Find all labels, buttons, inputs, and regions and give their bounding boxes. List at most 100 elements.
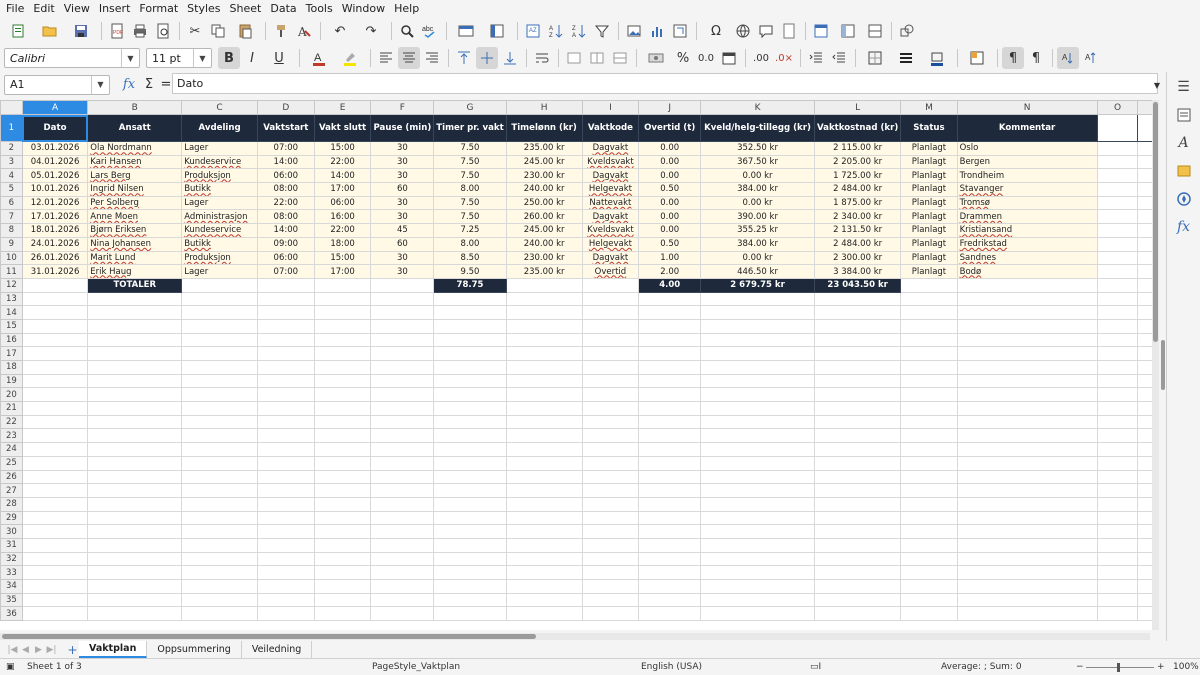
cell[interactable]: [813, 360, 902, 375]
cell[interactable]: Bodø: [956, 264, 1098, 279]
cell[interactable]: [700, 579, 815, 594]
cell[interactable]: [581, 469, 640, 485]
cell[interactable]: [433, 373, 507, 389]
cell[interactable]: [581, 537, 640, 553]
cell[interactable]: [313, 277, 372, 293]
cell[interactable]: [956, 483, 1098, 498]
undo-icon[interactable]: ↶: [325, 20, 355, 42]
cell[interactable]: 06:00: [313, 195, 372, 211]
cell[interactable]: [700, 606, 815, 622]
cell[interactable]: [433, 483, 507, 498]
column-header[interactable]: N: [956, 100, 1098, 115]
cell[interactable]: [370, 291, 435, 307]
cell[interactable]: 06:00: [256, 250, 315, 266]
cell[interactable]: [256, 401, 315, 416]
horizontal-scrollbar[interactable]: [0, 633, 1150, 640]
cell[interactable]: [256, 537, 315, 553]
cell[interactable]: [1096, 291, 1139, 307]
cell[interactable]: Drammen: [956, 209, 1098, 225]
cell[interactable]: [956, 387, 1098, 403]
cell[interactable]: [581, 592, 640, 608]
cell[interactable]: [1096, 195, 1139, 211]
paste-icon[interactable]: [230, 20, 260, 42]
cell[interactable]: 7.50: [433, 195, 507, 211]
function-wizard-icon[interactable]: fx: [118, 74, 140, 96]
row-header[interactable]: 35: [0, 592, 23, 608]
merge-cells-icon[interactable]: [586, 47, 608, 69]
cell[interactable]: Butikk: [181, 236, 258, 252]
row-header[interactable]: 26: [0, 469, 23, 485]
wrap-text-icon[interactable]: [531, 47, 553, 69]
cell[interactable]: [370, 442, 435, 457]
cell[interactable]: [181, 469, 258, 485]
cell[interactable]: [900, 428, 958, 444]
cell[interactable]: [87, 428, 183, 444]
cell[interactable]: Lars Berg: [87, 168, 183, 184]
cell[interactable]: [256, 592, 315, 608]
cell[interactable]: 14:00: [256, 154, 315, 170]
find-replace-icon[interactable]: [396, 20, 418, 42]
cell[interactable]: [1096, 483, 1139, 498]
cell[interactable]: [370, 496, 435, 512]
first-sheet-icon[interactable]: |◀: [6, 643, 19, 656]
cell[interactable]: 22:00: [313, 154, 372, 170]
cell[interactable]: [181, 414, 258, 430]
cell[interactable]: [638, 455, 702, 471]
formula-input[interactable]: Dato: [172, 73, 1158, 94]
cell[interactable]: 14:00: [256, 223, 315, 238]
cell[interactable]: [900, 469, 958, 485]
cell[interactable]: [956, 277, 1098, 293]
cell[interactable]: 08:00: [256, 182, 315, 197]
cell[interactable]: [433, 360, 507, 375]
row-header[interactable]: 23: [0, 428, 23, 444]
cell[interactable]: [433, 579, 507, 594]
cell[interactable]: [956, 318, 1098, 334]
cell[interactable]: [700, 496, 815, 512]
cell[interactable]: [181, 455, 258, 471]
chevron-down-icon[interactable]: ▼: [91, 75, 109, 94]
cell[interactable]: [638, 346, 702, 361]
row-header[interactable]: 1: [0, 114, 23, 142]
cell[interactable]: Lager: [181, 264, 258, 279]
cell[interactable]: [638, 592, 702, 608]
cell[interactable]: [900, 483, 958, 498]
cell[interactable]: [181, 442, 258, 457]
add-decimal-icon[interactable]: .00: [750, 47, 772, 69]
column-header[interactable]: M: [900, 100, 958, 115]
cell[interactable]: [581, 277, 640, 293]
right-to-left-icon[interactable]: ¶: [1025, 47, 1047, 69]
selection-mode-icon[interactable]: ▭I: [810, 662, 821, 672]
cell[interactable]: [313, 483, 372, 498]
total-cell[interactable]: 4.00: [638, 277, 702, 293]
zoom-slider[interactable]: [1086, 667, 1154, 668]
cell[interactable]: [87, 483, 183, 498]
cell[interactable]: 3 384.00 kr: [813, 264, 902, 279]
cell[interactable]: Planlagt: [900, 182, 958, 197]
cell[interactable]: [433, 496, 507, 512]
cell[interactable]: [900, 592, 958, 608]
cell[interactable]: 60: [370, 236, 435, 252]
cell[interactable]: 45: [370, 223, 435, 238]
column-header[interactable]: A: [21, 100, 89, 115]
cell[interactable]: Fredrikstad: [956, 236, 1098, 252]
cell[interactable]: Overtid: [581, 264, 640, 279]
cell[interactable]: [181, 537, 258, 553]
cell[interactable]: [505, 360, 583, 375]
cell[interactable]: [433, 428, 507, 444]
cell[interactable]: 1 725.00 kr: [813, 168, 902, 184]
cell[interactable]: [505, 442, 583, 457]
cell[interactable]: [1096, 250, 1139, 266]
cell[interactable]: [1096, 141, 1139, 156]
column-header[interactable]: G: [433, 100, 507, 115]
font-name-box[interactable]: Calibri ▼: [4, 48, 140, 68]
cell[interactable]: Planlagt: [900, 250, 958, 266]
cell[interactable]: Planlagt: [900, 223, 958, 238]
tab-vaktplan[interactable]: Vaktplan: [79, 641, 148, 658]
name-box[interactable]: A1 ▼: [4, 74, 110, 95]
cell[interactable]: [21, 455, 89, 471]
cell[interactable]: [1096, 455, 1139, 471]
cell[interactable]: [638, 332, 702, 348]
cell[interactable]: [581, 428, 640, 444]
menu-edit[interactable]: Edit: [33, 2, 54, 15]
cut-icon[interactable]: ✂: [184, 20, 206, 42]
